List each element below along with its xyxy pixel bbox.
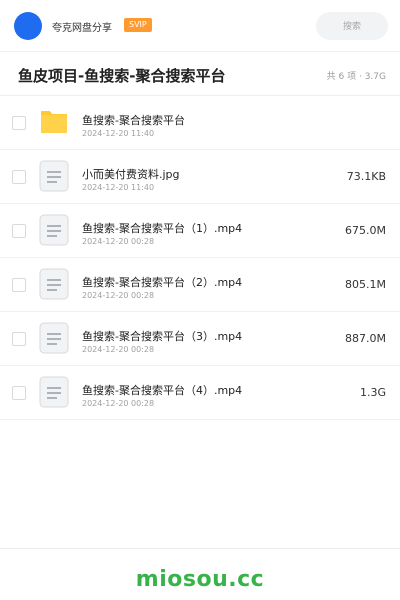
file-date: 2024-12-20 00:28	[82, 399, 155, 408]
footer-bar: miosou.cc	[0, 548, 400, 600]
file-date: 2024-12-20 00:28	[82, 345, 155, 354]
document-icon	[39, 376, 69, 408]
list-item[interactable]: 鱼搜索-聚合搜索平台（1）.mp4 2024-12-20 00:28 675.0…	[0, 204, 400, 258]
file-summary: 共 6 项 · 3.7G	[326, 72, 386, 82]
site-logo[interactable]: miosou.cc	[0, 567, 400, 592]
file-name[interactable]: 鱼搜索-聚合搜索平台	[82, 112, 185, 128]
list-item[interactable]: 鱼搜索-聚合搜索平台（2）.mp4 2024-12-20 00:28 805.1…	[0, 258, 400, 312]
page-title: 鱼皮项目-鱼搜索-聚合搜索平台	[18, 67, 226, 85]
file-size: 1.3G	[359, 386, 386, 399]
select-checkbox[interactable]	[12, 170, 26, 184]
document-icon	[39, 160, 69, 192]
file-date: 2024-12-20 11:40	[82, 183, 155, 192]
select-checkbox[interactable]	[12, 116, 26, 130]
file-date: 2024-12-20 00:28	[82, 237, 155, 246]
file-size: 73.1KB	[346, 170, 386, 183]
svip-badge: SVIP	[124, 18, 152, 32]
file-name[interactable]: 鱼搜索-聚合搜索平台（4）.mp4	[82, 382, 242, 398]
file-name[interactable]: 鱼搜索-聚合搜索平台（1）.mp4	[82, 220, 242, 236]
folder-icon	[41, 111, 67, 133]
file-size: 805.1M	[345, 278, 386, 291]
file-name[interactable]: 鱼搜索-聚合搜索平台（2）.mp4	[82, 274, 242, 290]
list-item[interactable]: 小而美付费资料.jpg 2024-12-20 11:40 73.1KB	[0, 150, 400, 204]
document-icon	[39, 322, 69, 354]
file-date: 2024-12-20 00:28	[82, 291, 155, 300]
select-checkbox[interactable]	[12, 386, 26, 400]
list-item[interactable]: 鱼搜索-聚合搜索平台 2024-12-20 11:40	[0, 96, 400, 150]
select-checkbox[interactable]	[12, 224, 26, 238]
list-item[interactable]: 鱼搜索-聚合搜索平台（4）.mp4 2024-12-20 00:28 1.3G	[0, 366, 400, 420]
file-name[interactable]: 小而美付费资料.jpg	[82, 166, 180, 182]
folder-header: 鱼皮项目-鱼搜索-聚合搜索平台 共 6 项 · 3.7G	[0, 52, 400, 96]
search-input[interactable]	[316, 12, 388, 40]
select-checkbox[interactable]	[12, 332, 26, 346]
file-list: 鱼搜索-聚合搜索平台 2024-12-20 11:40 小而美付费资料.jpg …	[0, 96, 400, 420]
brand-name: 夸克网盘分享	[52, 23, 112, 34]
file-size: 675.0M	[345, 224, 386, 237]
file-name[interactable]: 鱼搜索-聚合搜索平台（3）.mp4	[82, 328, 242, 344]
file-date: 2024-12-20 11:40	[82, 129, 155, 138]
select-checkbox[interactable]	[12, 278, 26, 292]
document-icon	[39, 268, 69, 300]
top-bar: 夸克网盘分享 SVIP	[0, 0, 400, 52]
avatar[interactable]	[14, 12, 42, 40]
file-size: 887.0M	[345, 332, 386, 345]
document-icon	[39, 214, 69, 246]
list-item[interactable]: 鱼搜索-聚合搜索平台（3）.mp4 2024-12-20 00:28 887.0…	[0, 312, 400, 366]
